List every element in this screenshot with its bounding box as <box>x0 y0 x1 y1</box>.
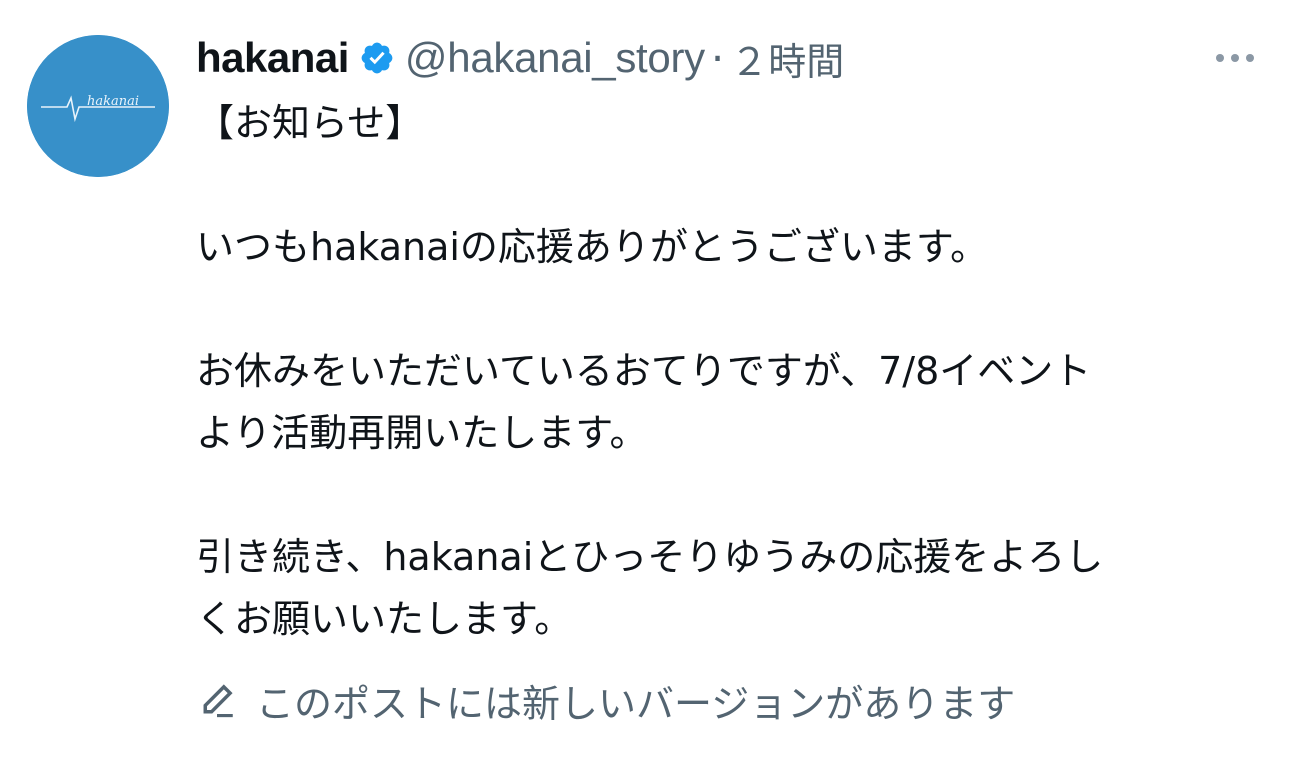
post-body: 【お知らせ】 いつもhakanaiの応援ありがとうございます。 お休みをいただい… <box>196 92 1276 650</box>
post-header: hakanai @hakanai_story · ２時間 <box>196 28 844 88</box>
user-handle[interactable]: @hakanai_story <box>405 34 705 82</box>
post-body-line: お休みをいただいているおてりですが、7/8イベント <box>196 349 1092 393</box>
edit-notice-text: このポストには新しいバージョンがあります <box>256 681 1016 726</box>
post-body-blank-line <box>196 278 1276 340</box>
verified-badge-icon <box>359 40 395 76</box>
post-body-line: 引き続き、hakanaiとひっそりゆうみの応援をよろし <box>196 535 1104 579</box>
pencil-icon <box>196 679 238 721</box>
post-body-line: 【お知らせ】 <box>196 101 424 145</box>
svg-text:hakanai: hakanai <box>87 94 139 109</box>
post-body-line: くお願いいたします。 <box>196 597 573 641</box>
post-body-blank-line <box>196 464 1276 526</box>
avatar[interactable]: hakanai <box>27 35 169 177</box>
post-body-line: いつもhakanaiの応援ありがとうございます。 <box>196 225 989 269</box>
display-name[interactable]: hakanai <box>196 34 349 82</box>
header-separator: · <box>710 33 725 83</box>
post-body-line: より活動再開いたします。 <box>196 411 648 455</box>
avatar-logo-image: hakanai <box>27 35 169 177</box>
post-timestamp[interactable]: ２時間 <box>730 31 844 86</box>
edit-notice-link[interactable]: このポストには新しいバージョンがあります <box>196 670 1015 730</box>
post: hakanai hakanai @hakanai_story · ２時間 【お知… <box>0 0 1290 765</box>
more-options-icon[interactable] <box>1210 40 1260 76</box>
post-body-blank-line <box>196 154 1276 216</box>
